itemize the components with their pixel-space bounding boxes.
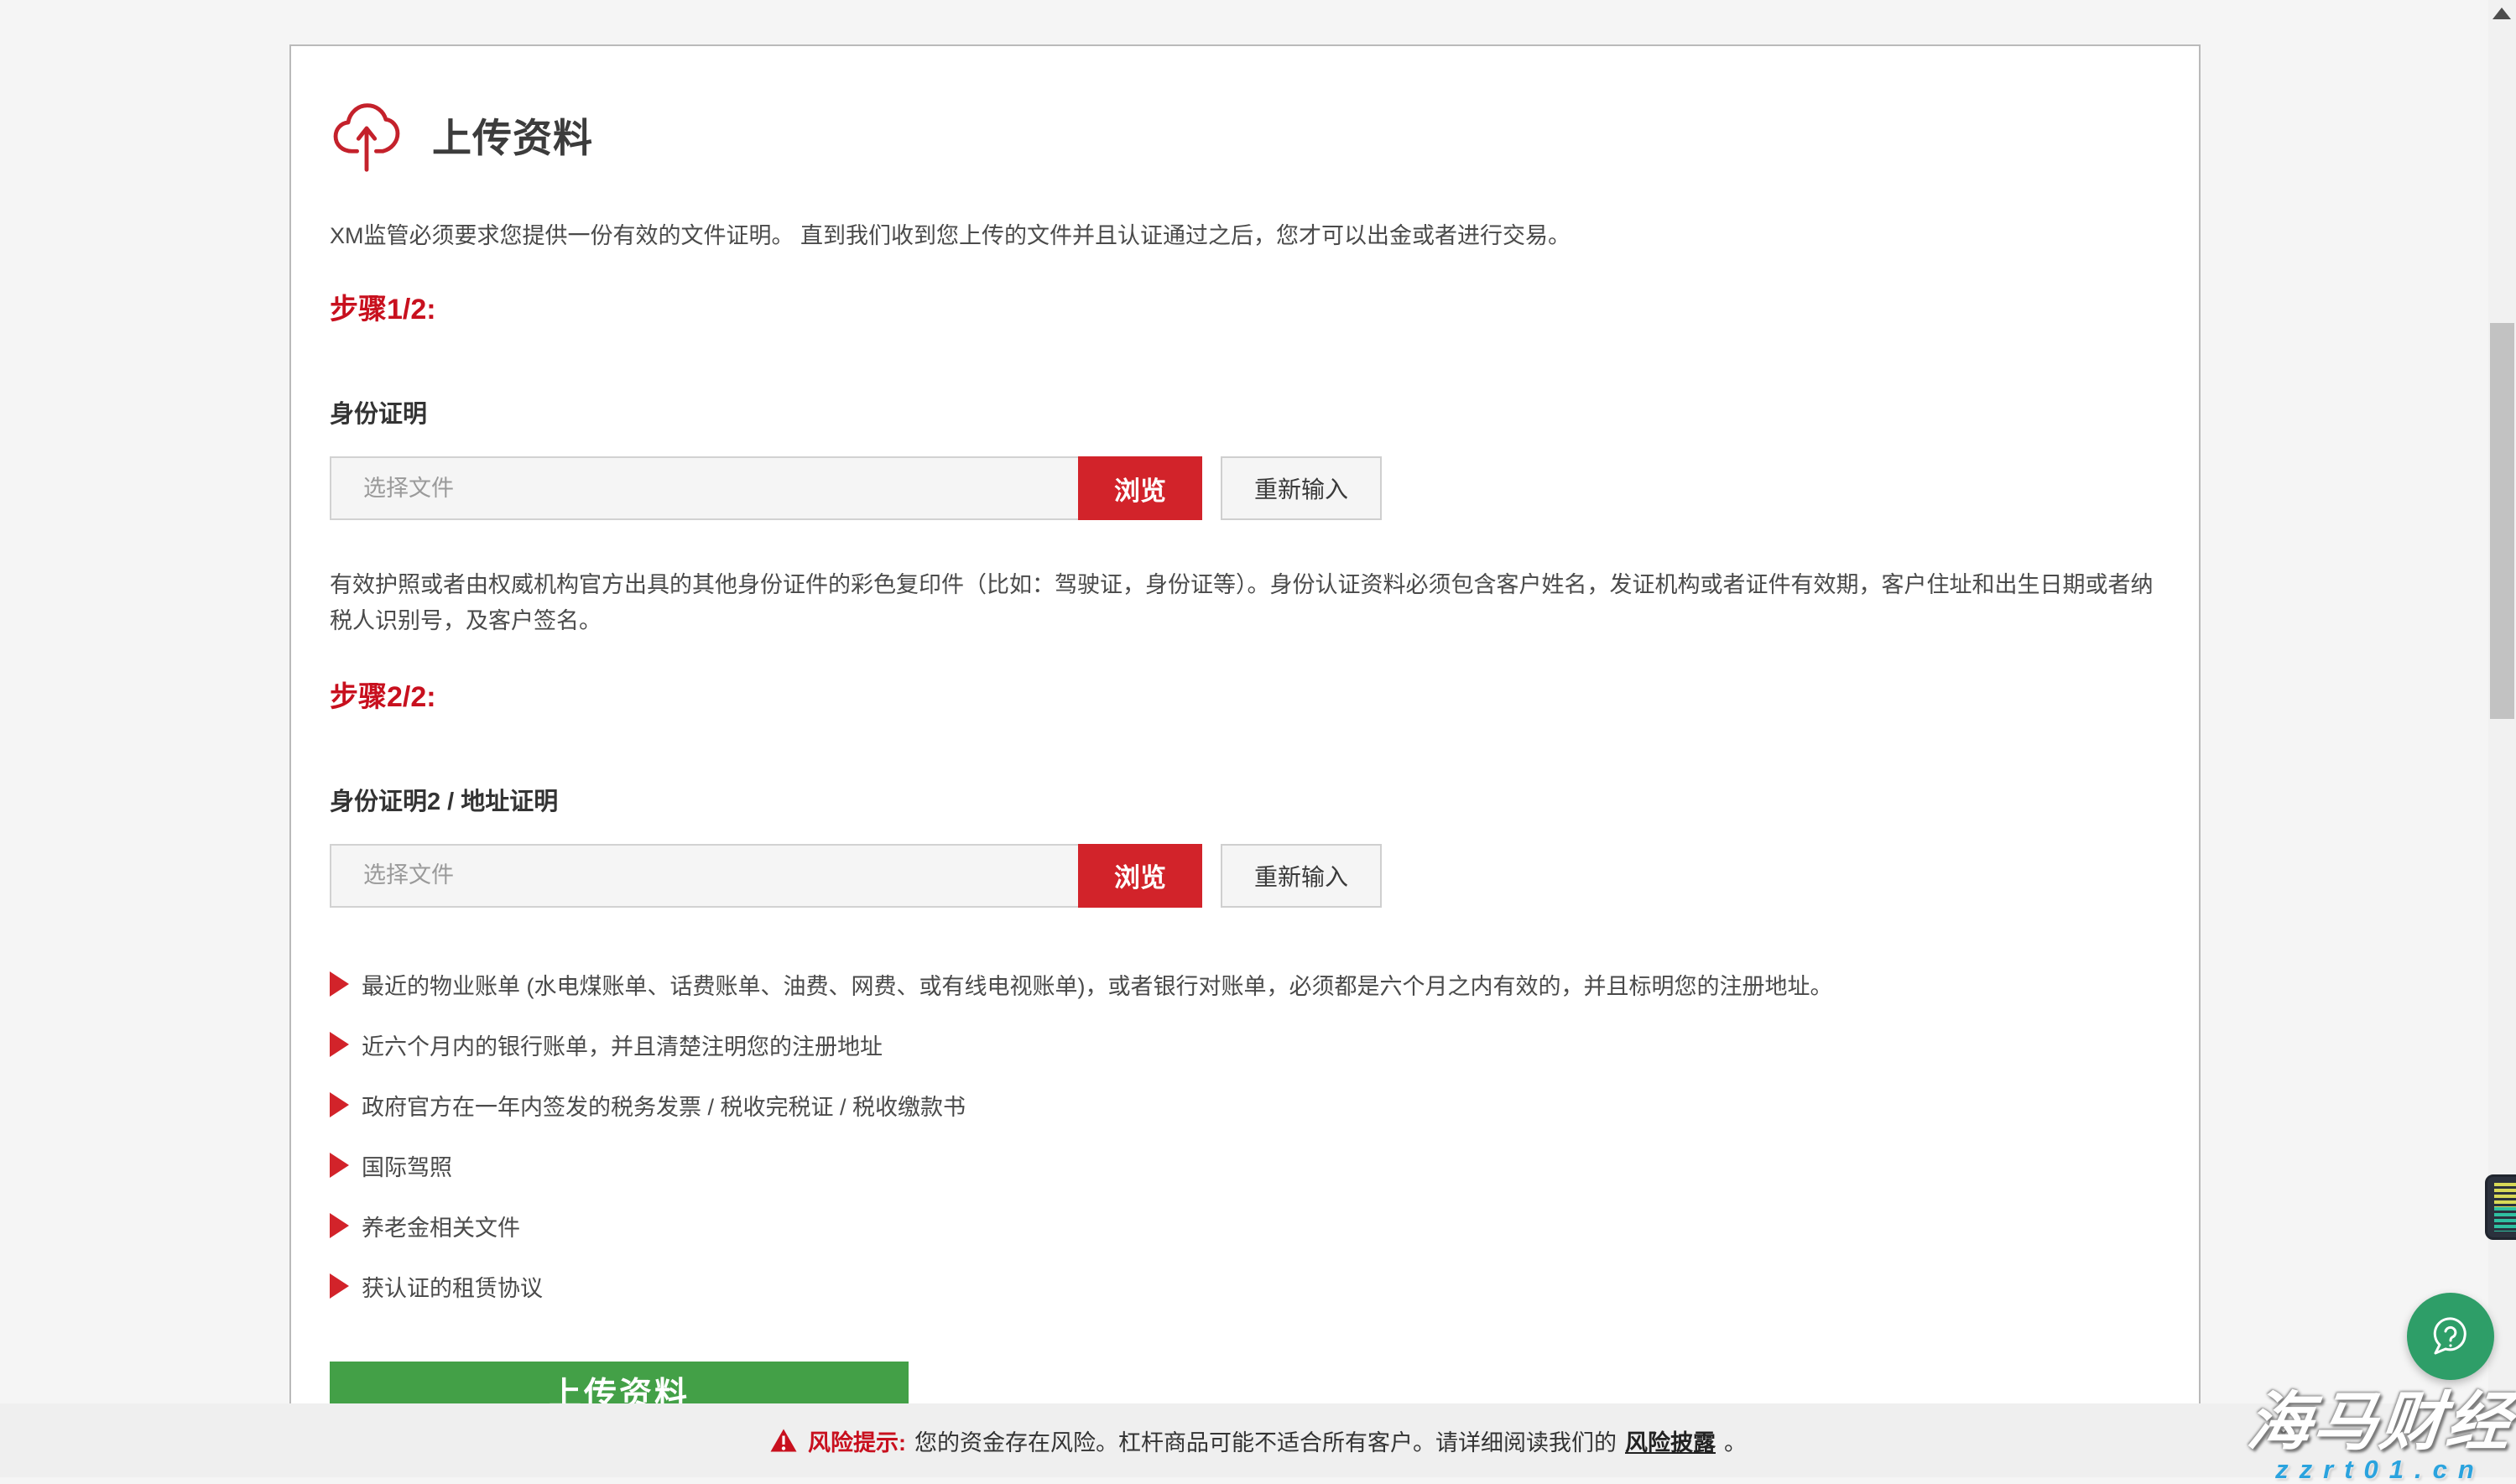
triangle-bullet-icon [330, 1213, 349, 1238]
identity2-address-proof-label: 身份证明2 / 地址证明 [330, 782, 2160, 817]
page-title: 上传资料 [432, 106, 593, 164]
help-chat-button[interactable] [2407, 1293, 2494, 1380]
reset-button-1[interactable]: 重新输入 [1221, 456, 1382, 520]
file-row-1: 浏览 重新输入 [330, 456, 2160, 520]
scroll-up-button[interactable] [2493, 8, 2511, 19]
step-1-heading: 步骤1/2: [330, 286, 2160, 327]
equalizer-widget [2485, 1174, 2516, 1240]
risk-text: 您的资金存在风险。杠杆商品可能不适合所有客户。请详细阅读我们的 [914, 1424, 1617, 1457]
risk-disclosure-link[interactable]: 风险披露 [1625, 1424, 1716, 1457]
doc-list-item: 养老金相关文件 [330, 1210, 2160, 1242]
triangle-bullet-icon [330, 971, 349, 997]
scrollbar[interactable] [2488, 0, 2516, 1477]
doc-list-item: 政府官方在一年内签发的税务发票 / 税收完税证 / 税收缴款书 [330, 1089, 2160, 1122]
doc-list-item-text: 获认证的租赁协议 [362, 1270, 543, 1303]
step-2-heading: 步骤2/2: [330, 674, 2160, 715]
browse-button-1[interactable]: 浏览 [1078, 456, 1202, 520]
chat-question-icon [2425, 1311, 2476, 1362]
doc-list-item: 国际驾照 [330, 1149, 2160, 1182]
doc-list-item: 最近的物业账单 (水电煤账单、话费账单、油费、网费、或有线电视账单)，或者银行对… [330, 968, 2160, 1001]
doc-list-item-text: 国际驾照 [362, 1149, 452, 1182]
risk-text-suffix: 。 [1724, 1424, 1747, 1457]
file-input-2[interactable] [330, 844, 1078, 908]
browse-button-2[interactable]: 浏览 [1078, 844, 1202, 908]
triangle-bullet-icon [330, 1273, 349, 1299]
triangle-bullet-icon [330, 1092, 349, 1117]
close-risk-bar-button[interactable]: × [2274, 1419, 2293, 1450]
doc-list-item: 近六个月内的银行账单，并且清楚注明您的注册地址 [330, 1028, 2160, 1061]
risk-warning-bar: 风险提示: 您的资金存在风险。杠杆商品可能不适合所有客户。请详细阅读我们的风险披… [0, 1403, 2516, 1477]
doc-list-item-text: 近六个月内的银行账单，并且清楚注明您的注册地址 [362, 1028, 883, 1061]
risk-label: 风险提示: [808, 1424, 906, 1457]
upload-submit-button[interactable]: 上传资料 [330, 1362, 909, 1403]
doc-list-item-text: 政府官方在一年内签发的税务发票 / 税收完税证 / 税收缴款书 [362, 1089, 966, 1122]
triangle-bullet-icon [330, 1153, 349, 1178]
doc-list-item-text: 最近的物业账单 (水电煤账单、话费账单、油费、网费、或有线电视账单)，或者银行对… [362, 968, 1832, 1001]
identity-proof-label: 身份证明 [330, 394, 2160, 430]
triangle-bullet-icon [330, 1032, 349, 1057]
file-row-2: 浏览 重新输入 [330, 844, 2160, 908]
page-header: 上传资料 [330, 92, 2160, 176]
doc-list-item: 获认证的租赁协议 [330, 1270, 2160, 1303]
doc-list-item-text: 养老金相关文件 [362, 1210, 520, 1242]
equalizer-bottom-stripes [2494, 1207, 2516, 1231]
equalizer-top-stripes [2494, 1183, 2516, 1207]
accepted-documents-list: 最近的物业账单 (水电煤账单、话费账单、油费、网费、或有线电视账单)，或者银行对… [330, 968, 2160, 1303]
upload-cloud-icon [330, 92, 404, 176]
intro-text: XM监管必须要求您提供一份有效的文件证明。 直到我们收到您上传的文件并且认证通过… [330, 220, 2160, 253]
page-card: 上传资料 XM监管必须要求您提供一份有效的文件证明。 直到我们收到您上传的文件并… [289, 44, 2201, 1403]
reset-button-2[interactable]: 重新输入 [1221, 844, 1382, 908]
identity-requirements-text: 有效护照或者由权威机构官方出具的其他身份证件的彩色复印件（比如：驾驶证，身份证等… [330, 567, 2160, 639]
scroll-thumb[interactable] [2490, 323, 2514, 719]
warning-icon [769, 1428, 798, 1453]
risk-warning-content: 风险提示: 您的资金存在风险。杠杆商品可能不适合所有客户。请详细阅读我们的风险披… [769, 1424, 1747, 1457]
file-input-1[interactable] [330, 456, 1078, 520]
